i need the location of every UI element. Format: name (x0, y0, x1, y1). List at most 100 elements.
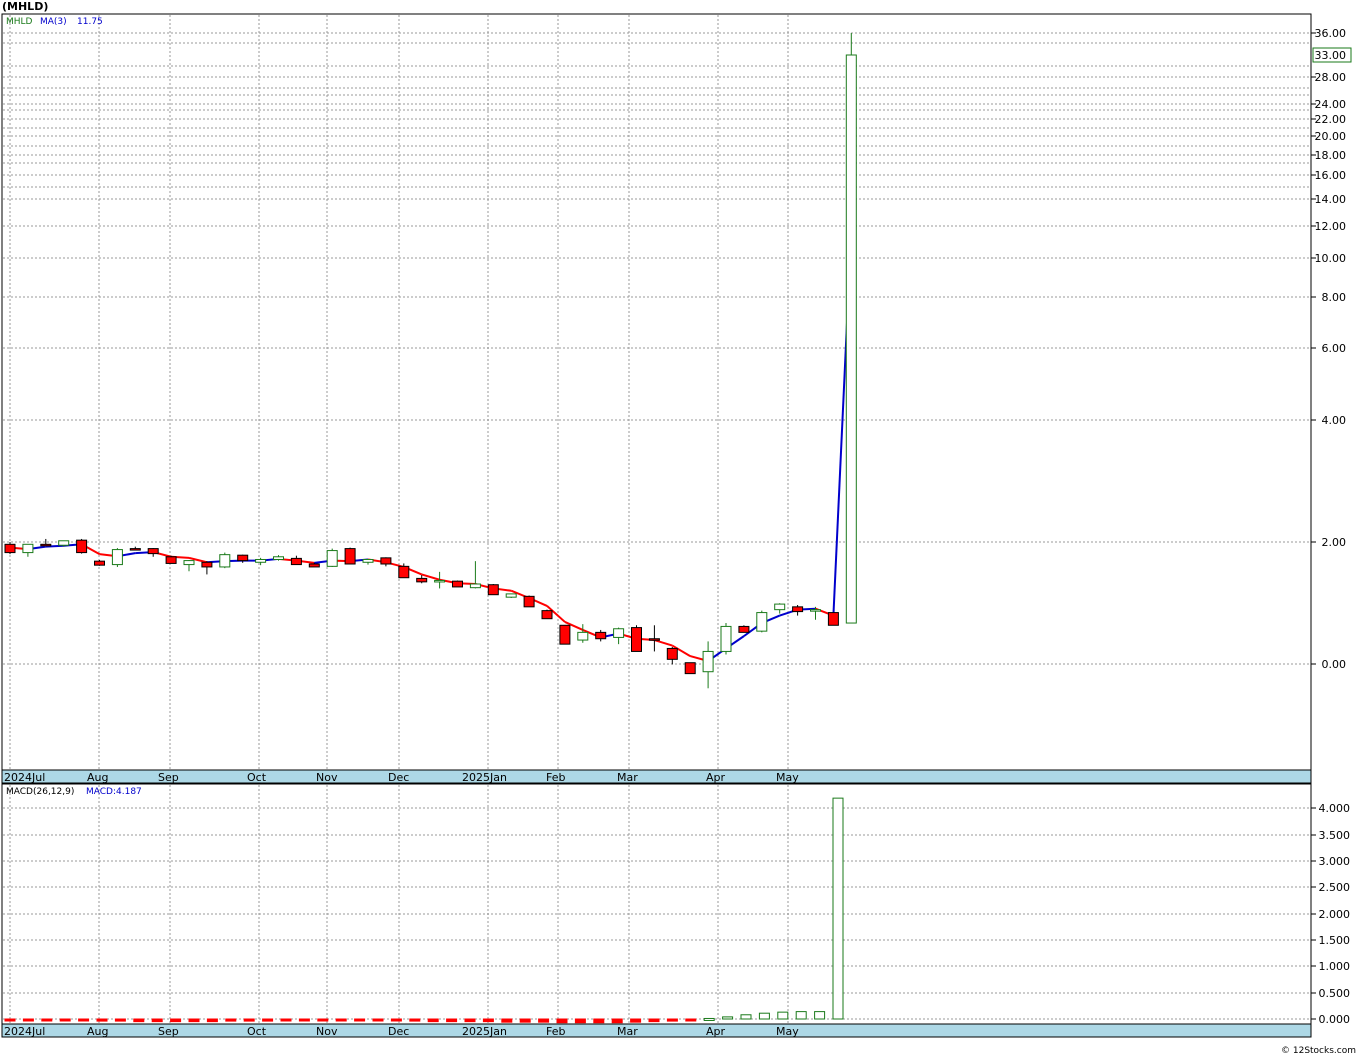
macd-x-label: Dec (388, 1025, 409, 1038)
macd-bar-negative (354, 1018, 366, 1022)
legend-ma-value: 11.75 (77, 17, 103, 27)
price-y-tick-label: 36.00 (1315, 27, 1347, 40)
candle-up (702, 650, 714, 673)
price-x-label: Apr (706, 771, 726, 784)
price-y-tick-label: 4.00 (1322, 414, 1347, 427)
macd-bar-negative (243, 1018, 255, 1022)
price-y-tick-label: 24.00 (1315, 98, 1347, 111)
price-y-tick-label: 14.00 (1315, 193, 1347, 206)
macd-bar-negative (464, 1018, 476, 1023)
price-y-tick-label: 22.00 (1315, 113, 1347, 126)
candle-up (774, 603, 786, 611)
candle-down (129, 548, 141, 551)
macd-bar-negative (96, 1018, 108, 1022)
macd-bar-positive (777, 1011, 789, 1020)
macd-bar-negative (4, 1018, 16, 1022)
candle-down (237, 554, 249, 562)
macd-bar-negative (501, 1018, 513, 1023)
price-y-tick-label: 16.00 (1315, 169, 1347, 182)
candle-up (111, 549, 123, 566)
macd-bar-negative (78, 1018, 90, 1022)
macd-bar-negative (151, 1018, 163, 1023)
macd-bar-negative (170, 1018, 182, 1023)
macd-bar-negative (280, 1018, 292, 1022)
macd-legend-value: MACD:4.187 (86, 787, 142, 797)
macd-bar-negative (317, 1018, 329, 1022)
macd-bar-negative (611, 1018, 623, 1024)
candle-down (398, 565, 410, 579)
candle-down (452, 580, 463, 588)
price-y-tick-label: 12.00 (1315, 220, 1347, 233)
candle-down (147, 548, 159, 555)
macd-bar-negative (262, 1018, 274, 1022)
macd-x-label: Apr (706, 1025, 726, 1038)
macd-bar-negative (335, 1018, 347, 1022)
candle-down (165, 556, 177, 564)
macd-y-tick-label: 0.500 (1319, 987, 1351, 1000)
price-y-tick-label: 6.00 (1322, 342, 1347, 355)
candle-up (273, 556, 284, 560)
macd-bar-negative (133, 1018, 145, 1023)
macd-y-axis: 0.000 0.500 1.000 1.500 2.000 2.500 3.000 3.500… (1311, 802, 1350, 1026)
candle-down (201, 561, 213, 568)
price-x-label: Nov (316, 771, 338, 784)
candle-up (255, 558, 267, 563)
candle-down (738, 625, 750, 633)
last-price-label: 33.00 (1315, 49, 1347, 62)
macd-x-label: Sep (158, 1025, 179, 1038)
candle-up (505, 593, 517, 598)
candle-down (648, 638, 660, 641)
price-x-label: 2025Jan (462, 771, 507, 784)
candle-up (810, 609, 821, 612)
macd-bar-negative (630, 1018, 642, 1023)
macd-x-label: Oct (247, 1025, 267, 1038)
candle-down (94, 560, 105, 566)
price-x-label: May (776, 771, 799, 784)
macd-y-tick-label: 3.500 (1319, 829, 1351, 842)
macd-bar-positive (832, 797, 844, 1020)
macd-bar-negative (22, 1018, 34, 1022)
candle-up (434, 579, 446, 583)
macd-bar-negative (298, 1018, 310, 1022)
candle-up (58, 540, 70, 546)
macd-bar-negative (390, 1018, 402, 1022)
macd-x-label: 2024Jul (4, 1025, 45, 1038)
candle-down (76, 539, 88, 554)
macd-y-tick-label: 1.000 (1319, 960, 1351, 973)
macd-bar-negative (188, 1018, 200, 1023)
candle-up (326, 550, 338, 567)
macd-bar-positive (722, 1016, 734, 1020)
candle-down (40, 543, 52, 547)
price-x-label: Mar (617, 771, 638, 784)
macd-bar-negative (225, 1018, 237, 1022)
price-y-tick-label: 10.00 (1315, 252, 1347, 265)
price-y-tick-label: 28.00 (1315, 71, 1347, 84)
candle-down (4, 543, 16, 554)
macd-bar-negative (206, 1018, 218, 1023)
macd-bar-positive (758, 1012, 770, 1020)
price-y-tick-label: 20.00 (1315, 130, 1347, 143)
price-x-label: Dec (388, 771, 409, 784)
stock-chart: 0.00 2.00 4.00 6.00 8.00 10.00 12.00 14.00 16.00… (1, 13, 1352, 1038)
macd-bar-positive (740, 1014, 752, 1020)
macd-bar-negative (593, 1018, 605, 1024)
price-y-tick-label: 8.00 (1322, 291, 1347, 304)
price-y-tick-label: 2.00 (1322, 536, 1347, 549)
candle-down (416, 577, 428, 583)
candle-down (344, 548, 356, 565)
candle-up (577, 631, 589, 641)
macd-bar-negative (538, 1018, 550, 1023)
macd-panel (1, 783, 1312, 1025)
candle-down (523, 595, 535, 608)
macd-legend-label: MACD(26,12,9) (6, 787, 74, 797)
macd-bar-negative (685, 1018, 697, 1022)
macd-x-label: Aug (87, 1025, 108, 1038)
price-x-label: Oct (247, 771, 267, 784)
candle-up (845, 54, 857, 624)
macd-bar-negative (59, 1018, 71, 1022)
macd-bar-negative (409, 1018, 421, 1022)
macd-y-tick-label: 1.500 (1319, 934, 1351, 947)
candle-down (308, 563, 320, 568)
macd-y-tick-label: 4.000 (1319, 802, 1351, 815)
candle-down (380, 557, 392, 565)
